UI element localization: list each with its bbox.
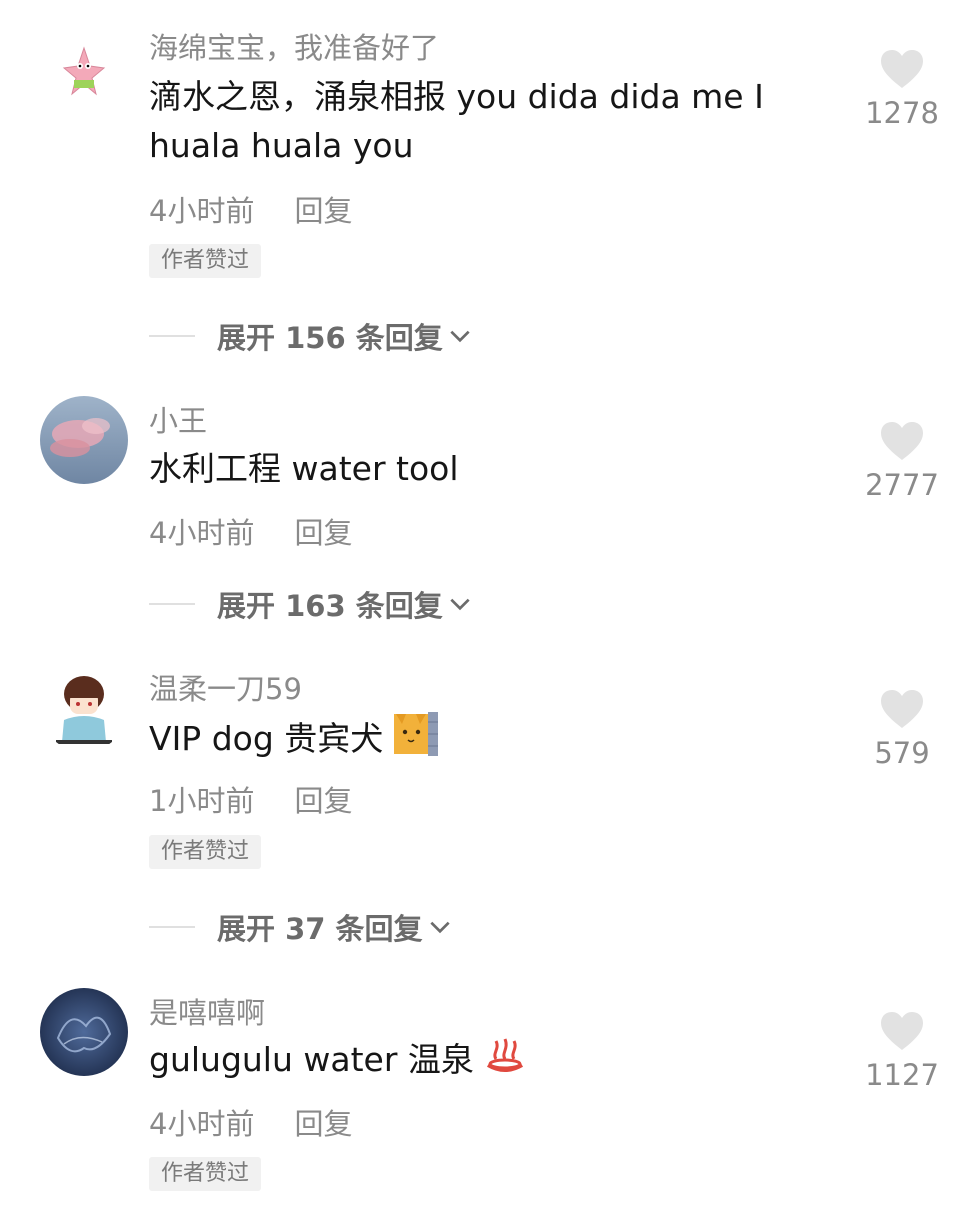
comment-meta: 1小时前 回复 <box>149 778 352 820</box>
like-count: 1278 <box>865 96 939 130</box>
chevron-down-icon <box>429 921 450 934</box>
timestamp: 1小时前 <box>149 784 255 818</box>
username[interactable]: 小王 <box>149 398 207 440</box>
username[interactable]: 是嘻嘻啊 <box>149 990 265 1032</box>
like-count: 1127 <box>865 1058 939 1092</box>
heart-icon <box>881 422 923 460</box>
pink-cloud-avatar[interactable] <box>40 396 128 484</box>
expand-replies-label: 展开 156 条回复 <box>217 321 443 355</box>
comment-text: 水利工程 water tool <box>149 449 459 488</box>
heart-icon <box>881 50 923 88</box>
dark-blue-avatar[interactable] <box>40 988 128 1076</box>
reply-button[interactable]: 回复 <box>294 784 352 818</box>
reply-button[interactable]: 回复 <box>294 194 352 228</box>
username[interactable]: 海绵宝宝，我准备好了 <box>149 25 439 67</box>
expand-replies-button[interactable]: 展开 156 条回复 <box>149 315 473 357</box>
expand-replies-button[interactable]: 展开 37 条回复 <box>149 906 453 948</box>
chevron-down-icon <box>450 330 470 343</box>
timestamp: 4小时前 <box>149 1107 255 1141</box>
expand-replies-label: 展开 37 条回复 <box>217 912 423 946</box>
hot-springs-emoji-icon <box>484 1035 526 1088</box>
reply-button[interactable]: 回复 <box>294 1107 352 1141</box>
comment-meta: 4小时前 回复 <box>149 188 352 230</box>
comment-meta: 4小时前 回复 <box>149 510 352 552</box>
divider-line <box>149 926 195 928</box>
comment-meta: 4小时前 回复 <box>149 1101 352 1143</box>
divider-line <box>149 603 195 605</box>
chevron-down-icon <box>450 598 470 611</box>
like-button[interactable]: 2777 <box>862 420 942 502</box>
heart-icon <box>881 1012 923 1050</box>
comment-text: gulugulu water 温泉 <box>149 1035 819 1088</box>
comment-text: VIP dog 贵宾犬 <box>149 712 819 769</box>
timestamp: 4小时前 <box>149 516 255 550</box>
like-count: 579 <box>874 736 930 770</box>
heart-icon <box>881 690 923 728</box>
expand-replies-label: 展开 163 条回复 <box>217 589 443 623</box>
author-liked-badge: 作者赞过 <box>149 835 262 869</box>
like-button[interactable]: 1278 <box>862 48 942 130</box>
comment-text-body: VIP dog 贵宾犬 <box>149 719 384 758</box>
username[interactable]: 温柔一刀59 <box>149 666 302 708</box>
like-button[interactable]: 1127 <box>862 1010 942 1092</box>
author-liked-badge: 作者赞过 <box>149 1157 262 1191</box>
comment-text-body: gulugulu water 温泉 <box>149 1040 474 1079</box>
author-liked-badge: 作者赞过 <box>149 244 262 278</box>
timestamp: 4小时前 <box>149 194 255 228</box>
cartoon-boy-avatar[interactable] <box>40 664 128 752</box>
reply-button[interactable]: 回复 <box>294 516 352 550</box>
patrick-star-avatar[interactable] <box>60 40 108 102</box>
divider-line <box>149 335 195 337</box>
comment-text: 滴水之恩，涌泉相报 you dida dida me I huala huala… <box>149 77 764 165</box>
expand-replies-button[interactable]: 展开 163 条回复 <box>149 583 473 625</box>
cat-peek-emoji-icon <box>393 712 438 769</box>
like-count: 2777 <box>865 468 939 502</box>
comment-item: 海绵宝宝，我准备好了 滴水之恩，涌泉相报 you dida dida me I … <box>0 0 960 380</box>
like-button[interactable]: 579 <box>862 688 942 770</box>
